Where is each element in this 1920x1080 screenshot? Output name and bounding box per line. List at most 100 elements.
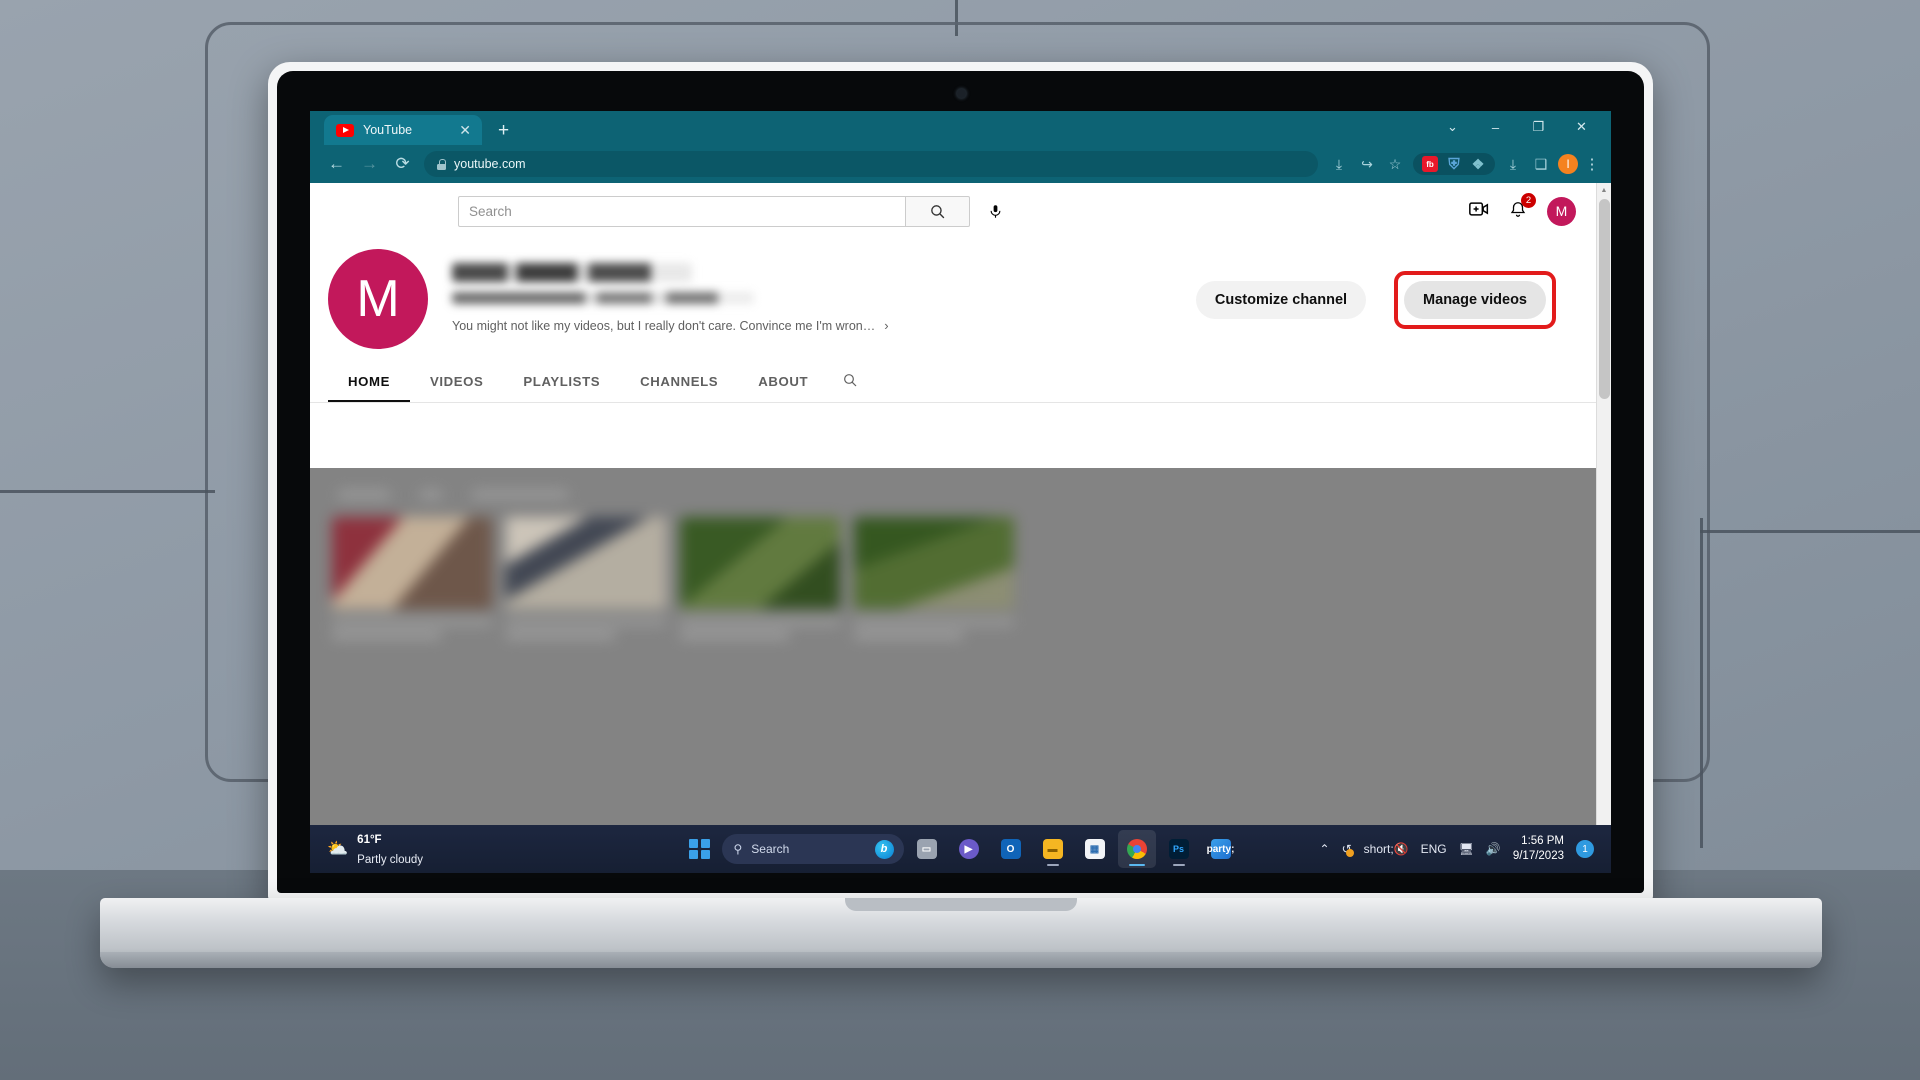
taskbar-task-view[interactable]: ▭ (908, 830, 946, 868)
page-body: Search 2 M M You might not like my video… (310, 183, 1596, 825)
laptop-notch (844, 898, 1077, 911)
channel-name-redacted (452, 263, 692, 282)
channel-action-buttons: Customize channel Manage videos (1195, 249, 1556, 329)
bookmark-star-icon[interactable]: ☆ (1381, 150, 1409, 178)
back-button[interactable]: ← (320, 149, 353, 179)
create-video-icon[interactable] (1469, 201, 1489, 221)
taskbar-search-box[interactable]: ⚲ Search b (721, 834, 904, 864)
network-icon[interactable]: 🖥 (1459, 842, 1474, 856)
side-panel-icon[interactable]: ❑ (1527, 150, 1555, 178)
video-title-ghost (506, 618, 666, 626)
weather-temperature: 61°F (357, 834, 382, 846)
start-button[interactable] (682, 831, 718, 867)
webcam-icon (956, 89, 966, 98)
weather-text: 61°F Partly cloudy (357, 829, 423, 869)
video-thumbnail (332, 517, 492, 609)
customize-channel-button[interactable]: Customize channel (1195, 281, 1367, 319)
video-card[interactable] (854, 517, 1014, 639)
page-scrollbar[interactable]: ▲ (1596, 183, 1611, 825)
notification-center-badge[interactable]: 1 (1576, 840, 1594, 858)
volume-icon[interactable]: 🔊 (1486, 842, 1501, 856)
taskbar-file-explorer[interactable]: ▬ (1034, 830, 1072, 868)
masthead-right-icons: 2 M (1469, 192, 1576, 226)
laptop-screen: YouTube ✕ + ⌄ – ❐ ✕ ← → ⟳ youtube.com ⤓ … (310, 111, 1611, 873)
scroll-up-arrow-icon[interactable]: ▲ (1597, 183, 1611, 198)
notifications-bell-icon[interactable]: 2 (1509, 192, 1536, 223)
channel-search-glyph (844, 373, 857, 386)
youtube-logo-icon (336, 123, 354, 137)
taskbar-center: ⚲ Search b ▭ ▶ O ▬ ▦ Ps party; (682, 830, 1240, 868)
tab-playlists[interactable]: PLAYLISTS (503, 361, 620, 402)
taskbar-microsoft-store[interactable]: ▦ (1076, 830, 1114, 868)
mic-muted-icon[interactable]: short;🔇 (1364, 842, 1409, 856)
youtube-search-area: Search (458, 194, 1012, 228)
language-indicator[interactable]: ENG (1421, 842, 1447, 856)
facebook-extension-icon[interactable]: fb (1422, 156, 1438, 172)
channel-description: You might not like my videos, but I real… (452, 318, 876, 333)
browser-profile-avatar[interactable]: I (1558, 154, 1578, 174)
channel-description-row: You might not like my videos, but I real… (452, 318, 889, 333)
expand-description-chevron-icon[interactable]: › (884, 318, 888, 333)
tab-about[interactable]: ABOUT (738, 361, 828, 402)
channel-handle-redacted (452, 292, 754, 304)
new-tab-button[interactable]: + (498, 121, 509, 140)
taskbar-photoshop[interactable]: Ps (1160, 830, 1198, 868)
forward-button[interactable]: → (353, 149, 386, 179)
video-card[interactable] (332, 517, 492, 639)
browser-tab-youtube[interactable]: YouTube ✕ (324, 115, 482, 145)
laptop-lid: YouTube ✕ + ⌄ – ❐ ✕ ← → ⟳ youtube.com ⤓ … (268, 62, 1653, 902)
laptop-mockup: YouTube ✕ + ⌄ – ❐ ✕ ← → ⟳ youtube.com ⤓ … (100, 62, 1822, 968)
bing-icon[interactable]: b (874, 839, 894, 859)
running-indicator (1128, 863, 1145, 866)
close-window-button[interactable]: ✕ (1560, 111, 1603, 143)
tab-close-icon[interactable]: ✕ (459, 123, 471, 137)
notification-badge: 2 (1521, 192, 1536, 208)
voice-search-button[interactable] (978, 194, 1012, 228)
taskbar-photos[interactable]: party; (1202, 830, 1240, 868)
photoshop-icon: Ps (1168, 839, 1189, 859)
video-meta-ghost (854, 632, 963, 639)
browser-menu-icon[interactable]: ⋮ (1581, 155, 1603, 173)
address-bar[interactable]: youtube.com (424, 151, 1318, 177)
tab-search-chevron-icon[interactable]: ⌄ (1431, 111, 1474, 143)
install-app-icon[interactable]: ⤓ (1325, 150, 1353, 178)
taskbar-google-chrome[interactable] (1117, 830, 1156, 868)
channel-avatar: M (328, 249, 428, 349)
photos-icon: party; (1207, 839, 1234, 859)
video-card[interactable] (680, 517, 840, 639)
reload-button[interactable]: ⟳ (386, 149, 419, 179)
search-button[interactable] (906, 195, 970, 227)
onedrive-sync-icon[interactable]: ↺ (1342, 842, 1354, 857)
teams-icon: ▶ (958, 839, 979, 859)
extensions-group: fb ⛨ ❖ (1413, 153, 1495, 175)
maximize-button[interactable]: ❐ (1517, 111, 1560, 143)
tab-channels[interactable]: CHANNELS (620, 361, 738, 402)
minimize-button[interactable]: – (1474, 111, 1517, 143)
share-icon[interactable]: ↪ (1353, 150, 1381, 178)
chrome-browser-window: YouTube ✕ + ⌄ – ❐ ✕ ← → ⟳ youtube.com ⤓ … (310, 111, 1611, 873)
channel-content-blurred (310, 468, 1596, 825)
tab-videos[interactable]: VIDEOS (410, 361, 503, 402)
microsoft-store-icon: ▦ (1084, 839, 1105, 859)
downloads-icon[interactable]: ⤓ (1499, 150, 1527, 178)
video-title-ghost (854, 618, 1014, 626)
tab-home[interactable]: HOME (328, 361, 410, 402)
puzzle-extension-icon[interactable]: ❖ (1470, 156, 1486, 172)
toolbar-right-icons: ⤓ ↪ ☆ fb ⛨ ❖ ⤓ ❑ I ⋮ (1325, 150, 1603, 178)
account-avatar[interactable]: M (1547, 196, 1576, 226)
taskbar-teams[interactable]: ▶ (950, 830, 988, 868)
tray-overflow-chevron-icon[interactable]: ⌃ (1320, 842, 1330, 856)
video-card[interactable] (506, 517, 666, 639)
decor-line-horizontal-right (1700, 530, 1920, 533)
create-video-glyph (1469, 202, 1489, 216)
manage-videos-button[interactable]: Manage videos (1404, 281, 1546, 319)
weather-widget[interactable]: ⛅ 61°F Partly cloudy (319, 829, 423, 869)
shield-extension-icon[interactable]: ⛨ (1446, 156, 1462, 173)
channel-meta: You might not like my videos, but I real… (452, 249, 889, 333)
taskbar-outlook[interactable]: O (992, 830, 1030, 868)
scrollbar-thumb[interactable] (1599, 199, 1610, 399)
search-input[interactable]: Search (458, 195, 906, 227)
channel-search-icon[interactable] (842, 372, 858, 392)
video-title-ghost (332, 618, 492, 626)
clock[interactable]: 1:56 PM 9/17/2023 (1513, 834, 1564, 864)
